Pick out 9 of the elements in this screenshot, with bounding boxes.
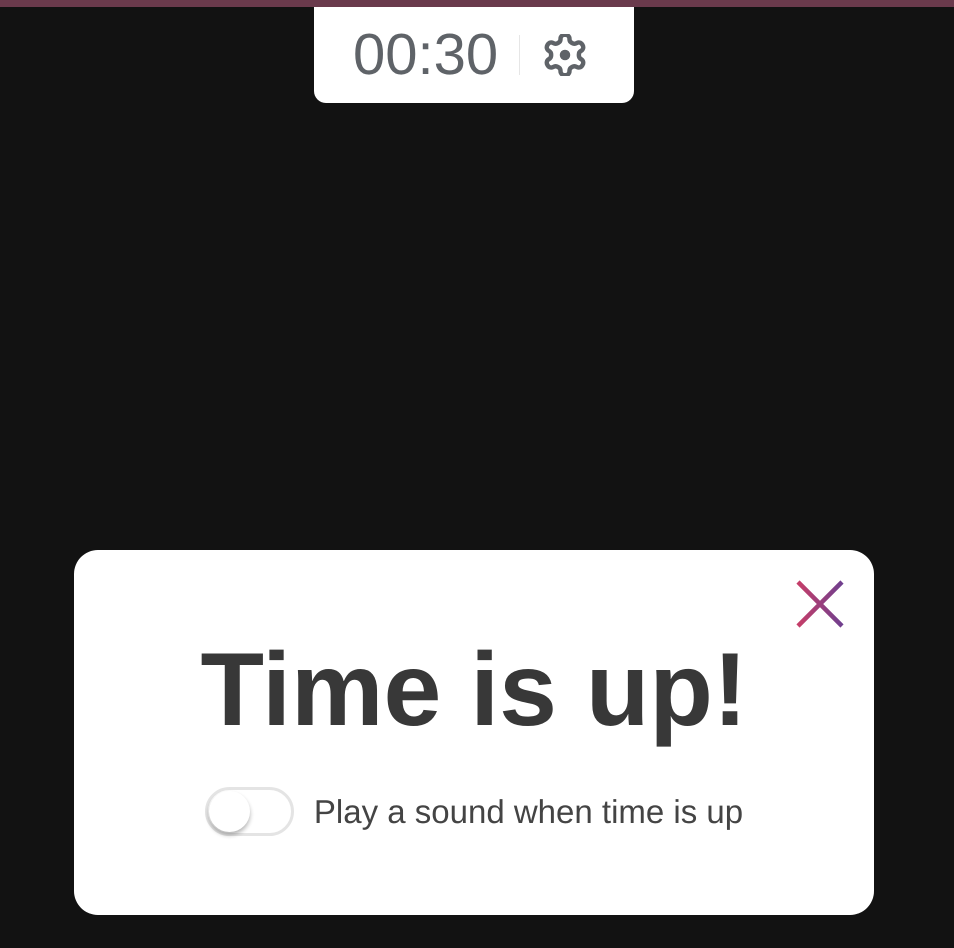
toggle-knob-icon xyxy=(208,790,250,832)
settings-button[interactable] xyxy=(544,34,586,76)
dialog-title: Time is up! xyxy=(200,631,748,750)
sound-toggle-label: Play a sound when time is up xyxy=(314,792,744,832)
settings-icon xyxy=(544,34,586,76)
timer-time: 00:30 xyxy=(353,21,498,90)
close-icon xyxy=(796,580,844,628)
sound-toggle[interactable] xyxy=(204,786,294,836)
close-button[interactable] xyxy=(796,580,844,628)
